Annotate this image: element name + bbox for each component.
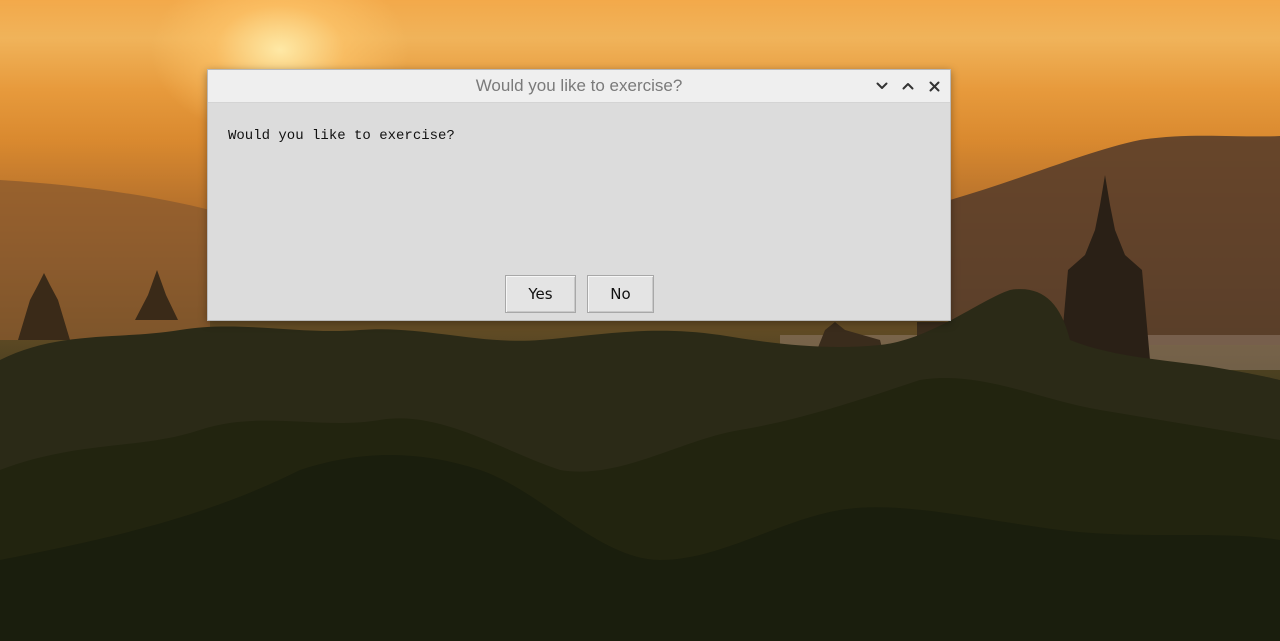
maximize-button[interactable] (898, 76, 918, 96)
yes-button[interactable]: Yes (505, 275, 576, 313)
desktop-background: Would you like to exercise? Would you li… (0, 0, 1280, 641)
minimize-button[interactable] (872, 76, 892, 96)
close-button[interactable] (924, 76, 944, 96)
chevron-up-icon (902, 83, 914, 90)
dialog-titlebar[interactable]: Would you like to exercise? (208, 70, 950, 103)
chevron-down-icon (876, 82, 888, 89)
exercise-dialog: Would you like to exercise? Would you li… (207, 69, 951, 321)
dialog-message: Would you like to exercise? (228, 128, 455, 144)
dialog-title: Would you like to exercise? (475, 76, 683, 95)
close-icon (929, 81, 939, 91)
no-button[interactable]: No (587, 275, 654, 313)
